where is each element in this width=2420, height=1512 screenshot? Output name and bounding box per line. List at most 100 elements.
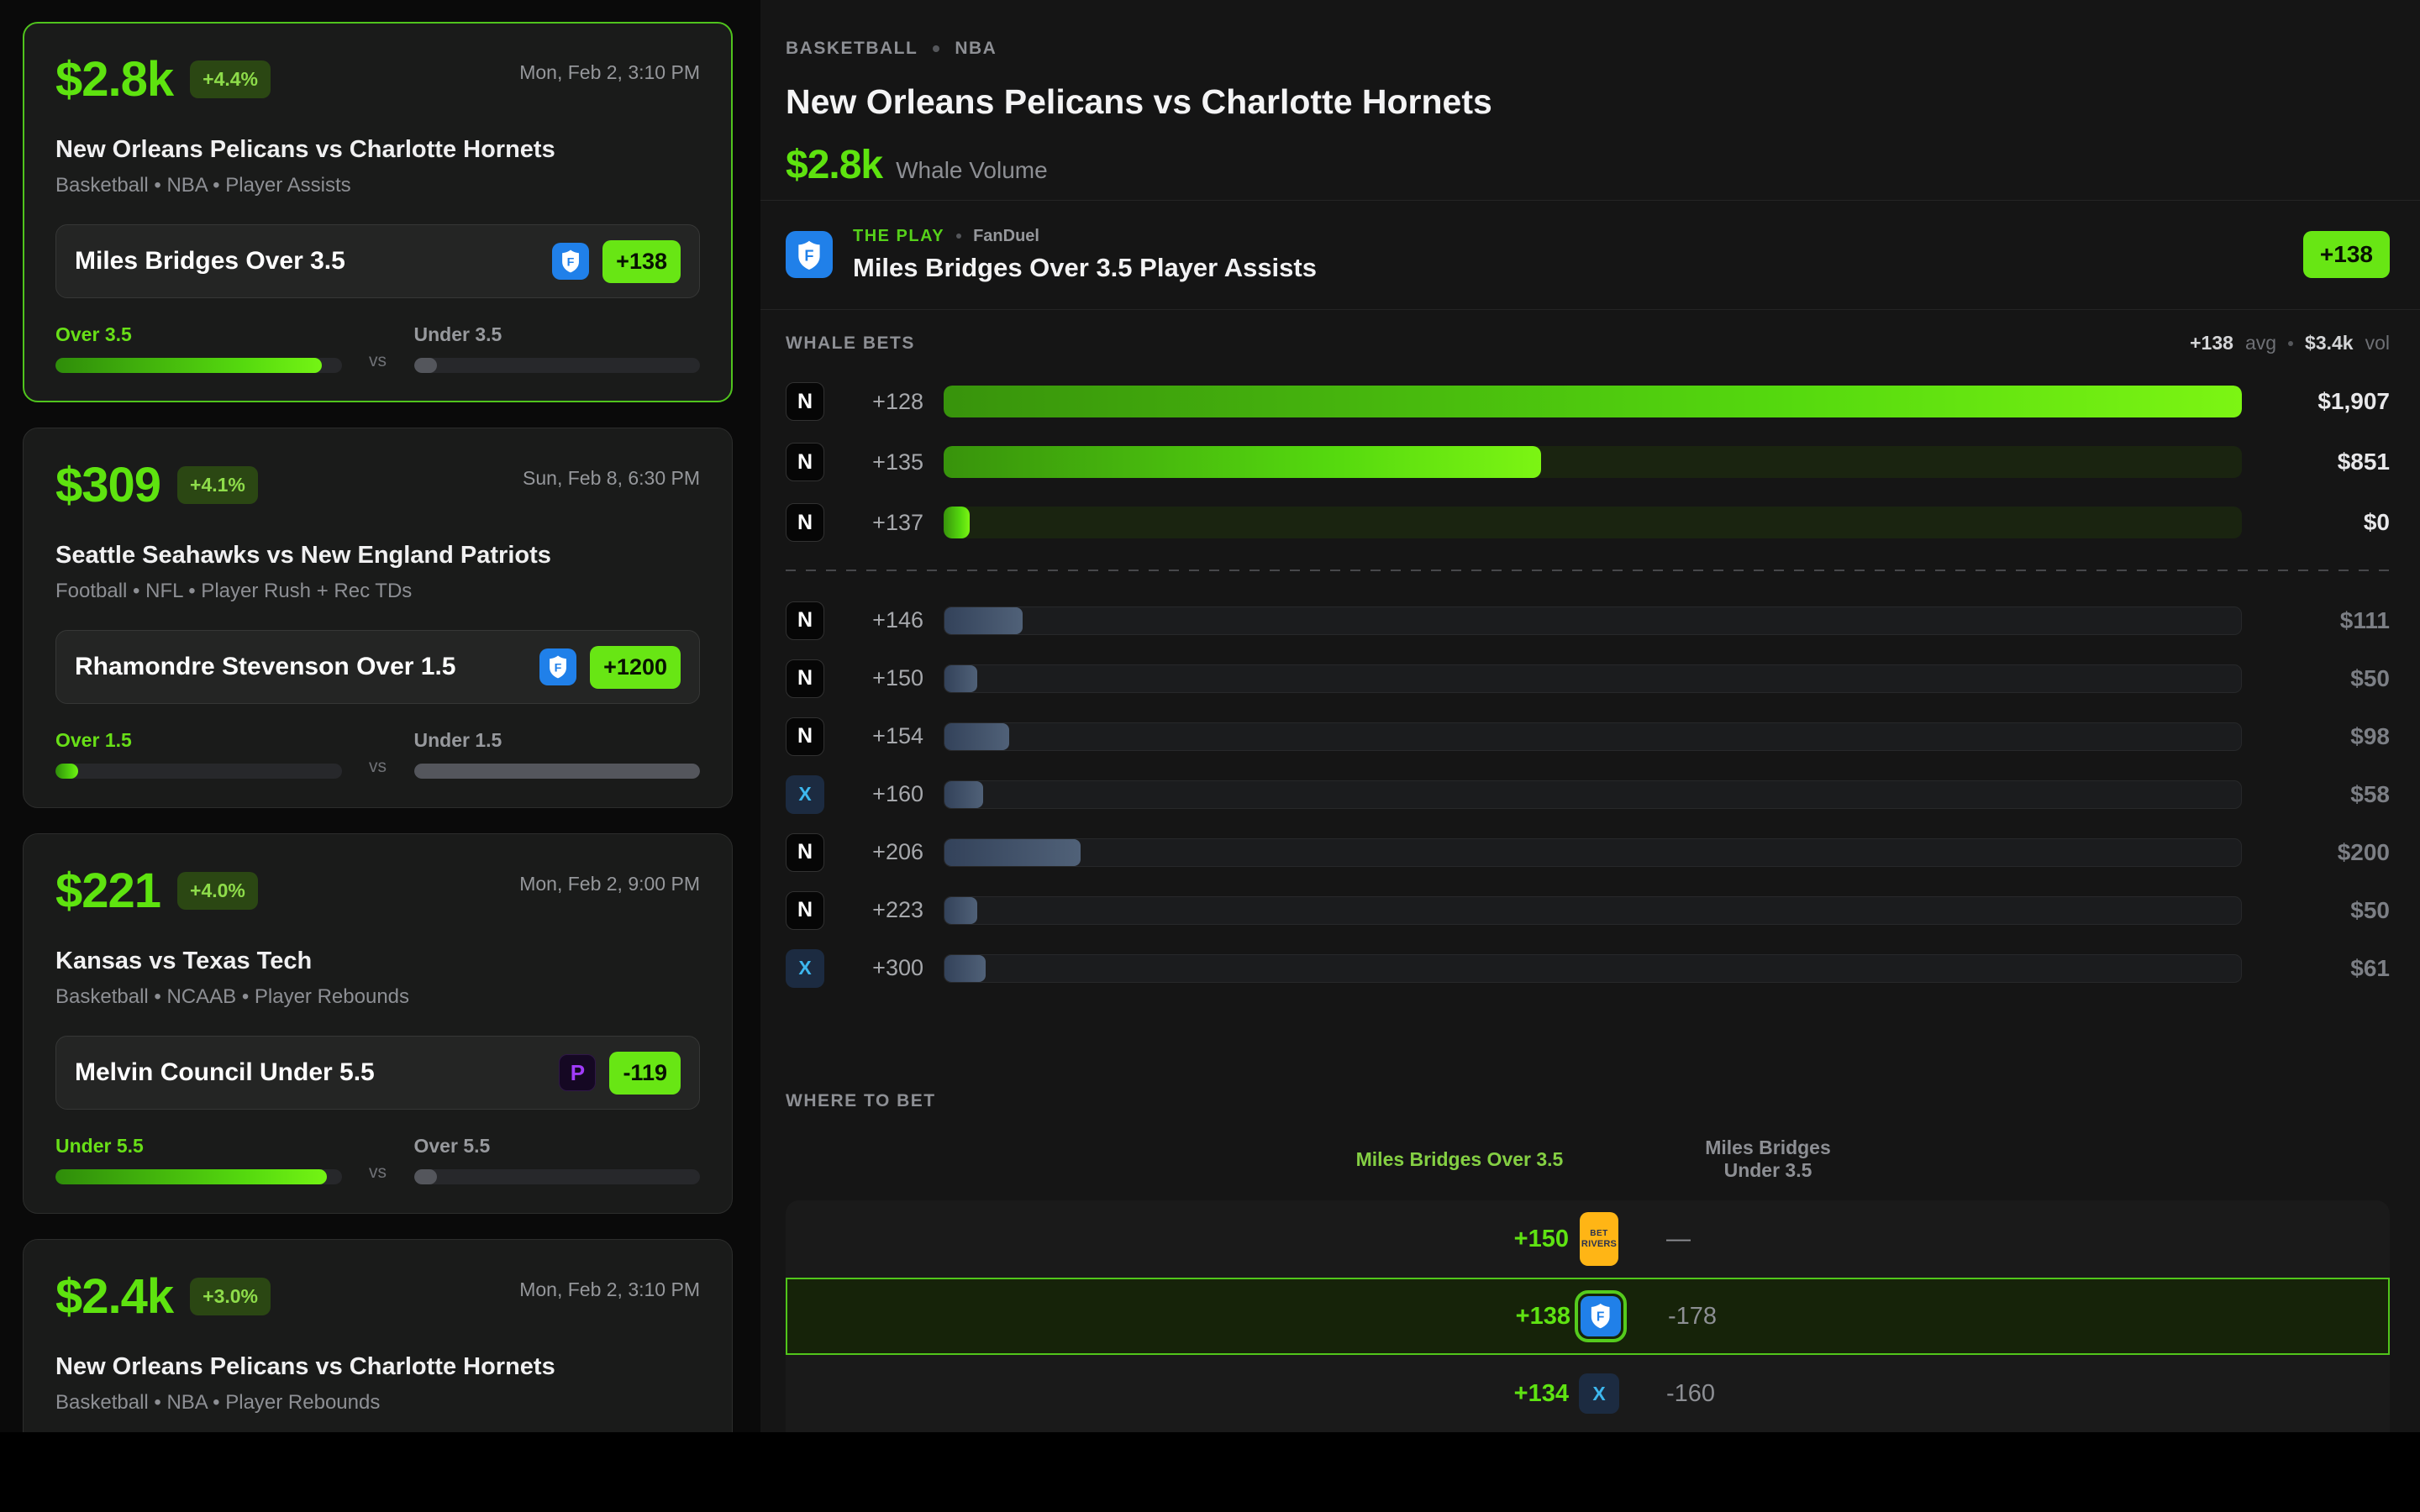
whale-feed-sidebar: $2.8k +4.4% Mon, Feb 2, 3:10 PM New Orle… [0,0,760,1432]
pick-row[interactable]: Miles Bridges Over 3.5 F +138 [55,224,700,298]
volume-bar [944,896,2242,925]
whale-card-kansas-texastech[interactable]: $221 +4.0% Mon, Feb 2, 9:00 PM Kansas vs… [23,833,733,1214]
volume-bar [944,606,2242,635]
whale-amount: $2.8k [55,51,173,108]
novig-icon [786,443,824,481]
separator-dot [956,234,961,239]
best-odds-ring: F [1575,1290,1627,1342]
event-header: BASKETBALL NBA New Orleans Pelicans vs C… [760,0,2420,201]
betrivers-icon [1580,1212,1618,1266]
change-badge: +4.0% [177,872,258,910]
volume-bar [944,386,2242,417]
bet-amount: $50 [2264,897,2390,924]
bet-amount: $200 [2264,839,2390,866]
fanduel-icon: F [786,231,833,278]
event-meta: Basketball • NCAAB • Player Rebounds [55,985,700,1009]
the-play-eyebrow: THE PLAY [853,227,944,246]
over-under-split: Under 5.5 vs Over 5.5 [55,1135,700,1184]
volume-bar [944,507,2242,538]
whale-amount: $309 [55,457,160,513]
whale-amount: $221 [55,863,160,919]
whale-bet-row[interactable]: +300 $61 [786,939,2390,997]
prizepicks-icon [559,1054,596,1091]
over-bar [414,1169,701,1184]
odds-badge: +138 [602,240,681,283]
breadcrumb-sport[interactable]: BASKETBALL [786,39,918,59]
fanduel-icon: F [539,648,576,685]
under-odds: — [1629,1226,1848,1253]
over-odds[interactable]: +150 [1350,1226,1569,1253]
over-odds[interactable]: +138 [1352,1303,1570,1331]
whale-volume-amount: $2.8k [786,142,882,188]
bet-amount: $61 [2264,955,2390,982]
x-book-icon [1579,1373,1619,1414]
bet-amount: $98 [2264,723,2390,750]
pick-title: Miles Bridges Over 3.5 [75,247,552,276]
event-title: New Orleans Pelicans vs Charlotte Hornet… [55,136,700,164]
total-vol-value: $3.4k [2305,332,2354,354]
whale-bet-row[interactable]: +223 $50 [786,881,2390,939]
whale-bet-row[interactable]: +135 $851 [786,432,2390,492]
card-top: $2.8k +4.4% Mon, Feb 2, 3:10 PM [55,51,700,108]
novig-icon [786,601,824,640]
bet-odds: +206 [824,839,923,865]
event-datetime: Sun, Feb 8, 6:30 PM [523,467,700,490]
volume-bar [944,780,2242,809]
pick-title: Rhamondre Stevenson Over 1.5 [75,653,539,681]
whale-bet-row[interactable]: +160 $58 [786,765,2390,823]
whale-bet-row[interactable]: +150 $50 [786,649,2390,707]
event-title: Kansas vs Texas Tech [55,948,700,975]
breadcrumb: BASKETBALL NBA [786,39,2390,59]
whale-card-seahawks-patriots[interactable]: $309 +4.1% Sun, Feb 8, 6:30 PM Seattle S… [23,428,733,808]
volume-bar [944,446,2242,478]
where-to-bet-heading: WHERE TO BET [786,1091,936,1110]
bet-odds: +146 [824,607,923,633]
over-odds[interactable]: +134 [1350,1380,1569,1408]
whale-card-pelicans-hornets-rebounds[interactable]: $2.4k +3.0% Mon, Feb 2, 3:10 PM New Orle… [23,1239,733,1432]
bet-amount: $111 [2264,607,2390,634]
bet-odds: +137 [824,510,923,536]
sportsbook-row-betrivers[interactable]: +150 — [786,1200,2390,1278]
bet-odds: +160 [824,781,923,807]
bet-amount: $50 [2264,665,2390,692]
change-badge: +3.0% [190,1278,271,1315]
under-label: Under 3.5 [414,323,701,346]
under-odds[interactable]: -178 [1631,1303,1849,1331]
bet-amount: $851 [2264,449,2390,475]
whale-card-pelicans-hornets-assists[interactable]: $2.8k +4.4% Mon, Feb 2, 3:10 PM New Orle… [23,22,733,402]
play-odds-badge[interactable]: +138 [2303,231,2390,278]
total-vol-label: vol [2365,332,2390,354]
x-book-icon [786,949,824,988]
whale-bet-row[interactable]: +128 $1,907 [786,371,2390,432]
volume-bar [944,954,2242,983]
bet-amount: $0 [2264,509,2390,536]
whale-bet-row[interactable]: +154 $98 [786,707,2390,765]
whale-bet-row[interactable]: +146 $111 [786,591,2390,649]
whale-bet-row[interactable]: +137 $0 [786,492,2390,553]
over-under-split: Over 3.5 vs Under 3.5 [55,323,700,373]
play-title: Miles Bridges Over 3.5 Player Assists [853,253,1317,283]
avg-odds-label: avg [2245,332,2276,354]
dashed-divider [786,570,2390,571]
bet-odds: +223 [824,897,923,923]
fanduel-icon: F [1581,1296,1621,1336]
over-column-header: Miles Bridges Over 3.5 [1350,1148,1569,1171]
bet-amount: $1,907 [2264,388,2390,415]
bet-odds: +128 [824,389,923,415]
the-play-section[interactable]: F THE PLAY FanDuel Miles Bridges Over 3.… [760,201,2420,310]
whale-bet-row[interactable]: +206 $200 [786,823,2390,881]
sportsbook-row-fanduel-best[interactable]: +138 F -178 [786,1278,2390,1355]
under-odds[interactable]: -160 [1629,1380,1848,1408]
svg-text:F: F [555,661,562,675]
breadcrumb-league[interactable]: NBA [955,39,997,59]
bet-odds: +135 [824,449,923,475]
over-label: Over 3.5 [55,323,342,346]
pick-row[interactable]: Rhamondre Stevenson Over 1.5 F +1200 [55,630,700,704]
sportsbook-row-x[interactable]: +134 -160 [786,1355,2390,1432]
avg-odds-value: +138 [2190,332,2233,354]
event-meta: Basketball • NBA • Player Rebounds [55,1391,700,1415]
under-bar [414,764,701,779]
under-label: Under 1.5 [414,729,701,752]
bet-odds: +150 [824,665,923,691]
pick-row[interactable]: Melvin Council Under 5.5 -119 [55,1036,700,1110]
